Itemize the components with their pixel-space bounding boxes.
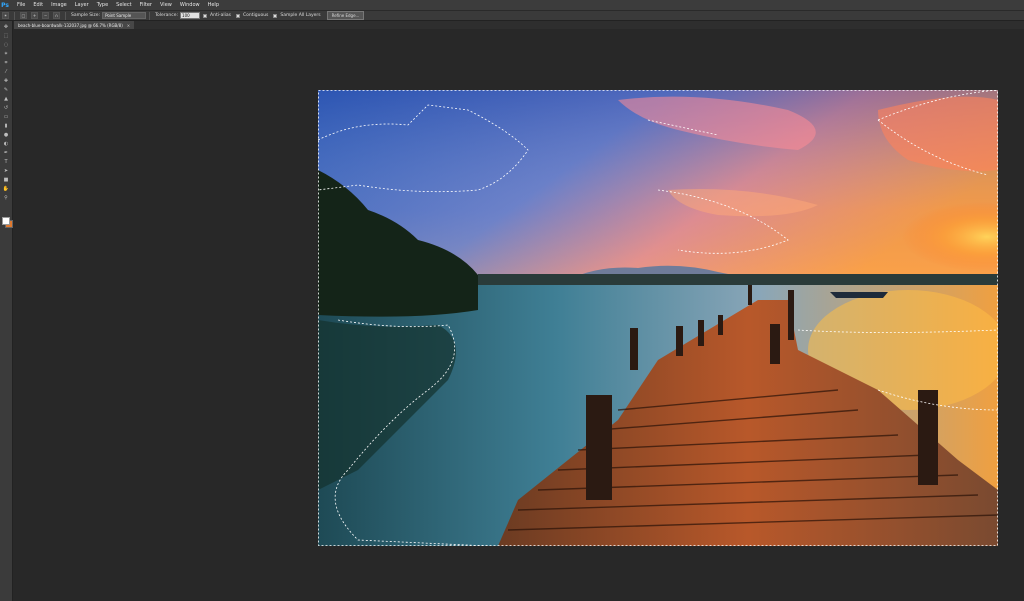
hand-icon[interactable]: ✋ [2,185,10,192]
sample-all-layers-checkbox[interactable] [273,13,278,18]
move-icon[interactable]: ✥ [2,23,10,30]
document-canvas[interactable] [318,90,998,546]
intersect-selection-icon[interactable]: ∩ [53,12,60,19]
eraser-icon[interactable]: ▭ [2,113,10,120]
contiguous-checkbox[interactable] [235,13,240,18]
tolerance-label: Tolerance: [155,13,179,18]
add-to-selection-icon[interactable]: + [31,12,38,19]
magic-wand-icon[interactable]: ✶ [2,50,10,57]
menu-image[interactable]: Image [47,2,71,8]
type-icon[interactable]: T [2,158,10,165]
gradient-icon[interactable]: ▮ [2,122,10,129]
contiguous-label: Contiguous [242,13,269,18]
path-select-icon[interactable]: ➤ [2,167,10,174]
healing-icon[interactable]: ✚ [2,77,10,84]
menu-type[interactable]: Type [93,2,112,8]
dodge-icon[interactable]: ◐ [2,140,10,147]
refine-edge-button[interactable]: Refine Edge... [326,11,365,20]
eyedropper-icon[interactable]: ⁄ [2,68,10,75]
new-selection-icon[interactable]: □ [20,12,27,19]
brush-icon[interactable]: ✎ [2,86,10,93]
menu-edit[interactable]: Edit [29,2,47,8]
history-brush-icon[interactable]: ↺ [2,104,10,111]
tools-panel: ✥ ⬚ ◌ ✶ ⌗ ⁄ ✚ ✎ ▲ ↺ ▭ ▮ ● ◐ ✒ T ➤ ■ ✋ ⚲ [0,21,13,601]
separator [65,11,66,20]
tolerance-input[interactable]: 100 [180,12,201,19]
sample-size-label: Sample Size: [71,13,101,18]
subtract-from-selection-icon[interactable]: − [42,12,49,19]
document-tab-bar: beach-blue-boardwalk-132037.jpg @ 66.7% … [14,21,1024,29]
menu-window[interactable]: Window [176,2,204,8]
photo-boardwalk-sunset [318,90,998,546]
marquee-icon[interactable]: ⬚ [2,32,10,39]
document-tab[interactable]: beach-blue-boardwalk-132037.jpg @ 66.7% … [14,21,135,29]
magic-wand-tool-preset-icon[interactable]: ✶ [2,12,9,19]
foreground-color-swatch[interactable] [2,217,10,225]
shape-icon[interactable]: ■ [2,176,10,183]
menu-file[interactable]: File [13,2,29,8]
zoom-icon[interactable]: ⚲ [2,194,10,201]
menu-view[interactable]: View [156,2,176,8]
anti-alias-label: Anti-alias [210,13,231,18]
menu-filter[interactable]: Filter [136,2,156,8]
crop-icon[interactable]: ⌗ [2,59,10,66]
menu-bar: Ps File Edit Image Layer Type Select Fil… [0,0,1024,10]
clone-stamp-icon[interactable]: ▲ [2,95,10,102]
anti-alias-checkbox[interactable] [203,13,208,18]
photoshop-logo-icon: Ps [1,1,9,9]
pen-icon[interactable]: ✒ [2,149,10,156]
sample-size-select[interactable]: Point Sample [102,12,147,19]
options-bar: ✶ □ + − ∩ Sample Size: Point Sample Tole… [0,10,1024,21]
menu-select[interactable]: Select [112,2,135,8]
separator [14,11,15,20]
separator [149,11,151,20]
lasso-icon[interactable]: ◌ [2,41,10,48]
blur-icon[interactable]: ● [2,131,10,138]
sample-all-layers-label: Sample All Layers [280,13,321,18]
menu-help[interactable]: Help [204,2,223,8]
document-tab-title: beach-blue-boardwalk-132037.jpg @ 66.7% … [18,22,123,28]
close-icon[interactable]: × [127,23,130,28]
menu-layer[interactable]: Layer [71,2,93,8]
